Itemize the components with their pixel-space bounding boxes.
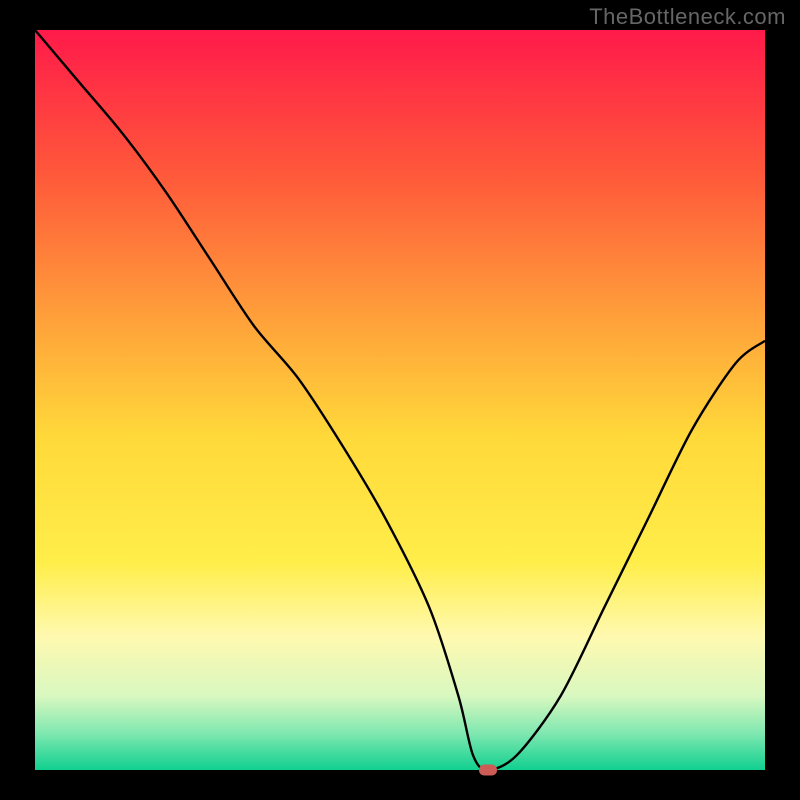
chart-frame: TheBottleneck.com [0, 0, 800, 800]
optimal-point-marker [479, 765, 497, 776]
chart-svg [35, 30, 765, 770]
watermark-label: TheBottleneck.com [589, 4, 786, 30]
chart-background [35, 30, 765, 770]
plot-area [35, 30, 765, 770]
